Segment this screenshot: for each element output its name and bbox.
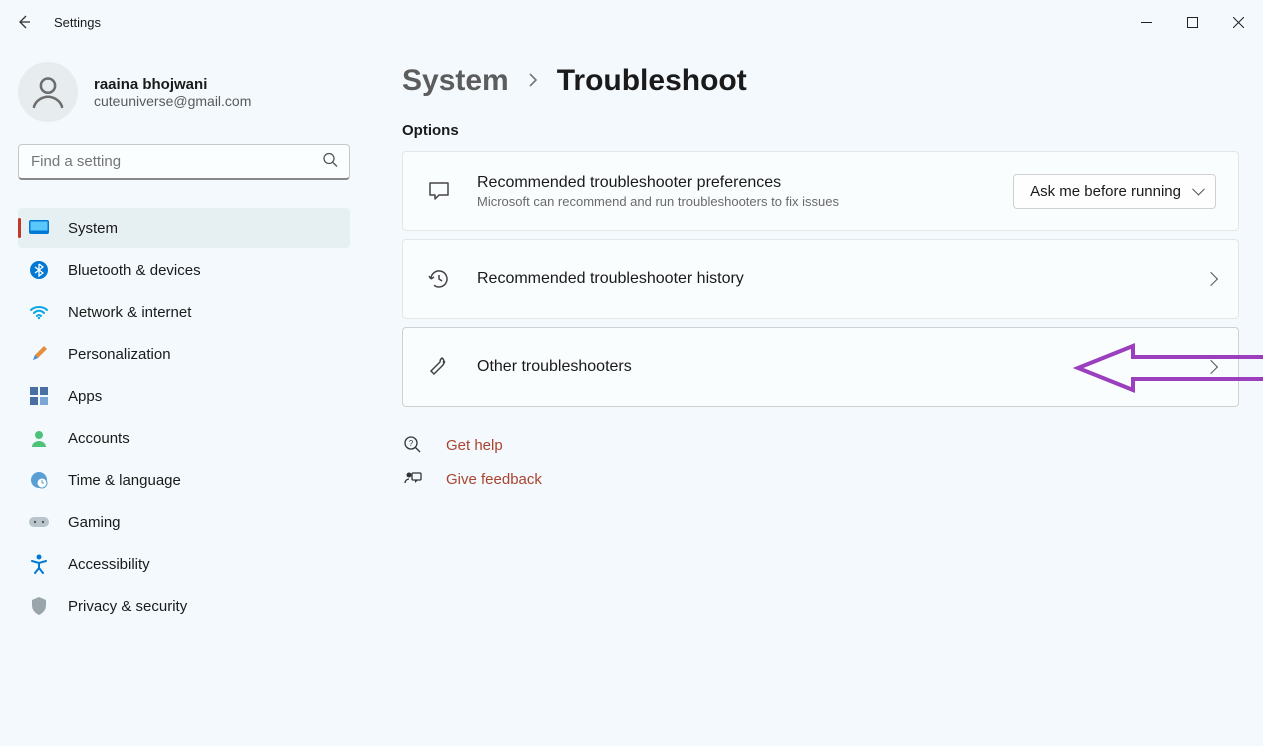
nav-item-accessibility[interactable]: Accessibility: [18, 544, 350, 584]
nav-label: Network & internet: [68, 304, 191, 321]
nav-item-accounts[interactable]: Accounts: [18, 418, 350, 458]
breadcrumb: System Troubleshoot: [402, 64, 1239, 98]
card-recommended-history[interactable]: Recommended troubleshooter history: [402, 239, 1239, 319]
nav-label: Privacy & security: [68, 598, 187, 615]
account-email: cuteuniverse@gmail.com: [94, 93, 251, 109]
nav-label: Bluetooth & devices: [68, 262, 201, 279]
apps-icon: [28, 385, 50, 407]
card-subtitle: Microsoft can recommend and run troubles…: [477, 194, 989, 209]
help-icon: ?: [402, 435, 424, 455]
nav: System Bluetooth & devices Network & int…: [18, 208, 350, 626]
shield-icon: [28, 595, 50, 617]
system-icon: [28, 217, 50, 239]
person-icon: [29, 73, 67, 111]
nav-item-system[interactable]: System: [18, 208, 350, 248]
nav-item-privacy[interactable]: Privacy & security: [18, 586, 350, 626]
card-title: Recommended troubleshooter preferences: [477, 174, 989, 192]
avatar: [18, 62, 78, 122]
wifi-icon: [28, 301, 50, 323]
account-block[interactable]: raaina bhojwani cuteuniverse@gmail.com: [18, 52, 350, 144]
sidebar: raaina bhojwani cuteuniverse@gmail.com S…: [0, 44, 368, 746]
history-icon: [425, 267, 453, 291]
window-title: Settings: [54, 15, 101, 30]
breadcrumb-current: Troubleshoot: [557, 64, 747, 98]
give-feedback-link[interactable]: Give feedback: [446, 471, 542, 488]
bluetooth-icon: [28, 259, 50, 281]
chevron-right-icon: [1204, 360, 1218, 374]
breadcrumb-parent[interactable]: System: [402, 64, 509, 98]
nav-label: Time & language: [68, 472, 181, 489]
nav-label: Personalization: [68, 346, 171, 363]
chat-icon: [425, 179, 453, 203]
get-help-link[interactable]: Get help: [446, 437, 503, 454]
account-name: raaina bhojwani: [94, 76, 251, 93]
wrench-icon: [425, 355, 453, 379]
feedback-row: Give feedback: [402, 469, 1239, 489]
clock-globe-icon: [28, 469, 50, 491]
paintbrush-icon: [28, 343, 50, 365]
search-box: [18, 144, 350, 180]
section-label: Options: [402, 122, 1239, 139]
accounts-icon: [28, 427, 50, 449]
nav-label: Accessibility: [68, 556, 150, 573]
nav-item-apps[interactable]: Apps: [18, 376, 350, 416]
nav-item-time-language[interactable]: Time & language: [18, 460, 350, 500]
search-icon: [322, 152, 338, 173]
svg-text:?: ?: [409, 439, 414, 448]
nav-item-personalization[interactable]: Personalization: [18, 334, 350, 374]
main-content: System Troubleshoot Options Recommended …: [368, 44, 1263, 746]
chevron-right-icon: [1204, 272, 1218, 286]
help-links: ? Get help Give feedback: [402, 435, 1239, 489]
gamepad-icon: [28, 511, 50, 533]
window-controls: [1123, 6, 1261, 38]
card-title: Other troubleshooters: [477, 358, 1182, 376]
chevron-right-icon: [527, 68, 539, 94]
accessibility-icon: [28, 553, 50, 575]
prefs-dropdown[interactable]: Ask me before running: [1013, 174, 1216, 209]
card-other-troubleshooters[interactable]: Other troubleshooters: [402, 327, 1239, 407]
nav-item-bluetooth[interactable]: Bluetooth & devices: [18, 250, 350, 290]
get-help-row: ? Get help: [402, 435, 1239, 455]
nav-item-gaming[interactable]: Gaming: [18, 502, 350, 542]
nav-label: Accounts: [68, 430, 130, 447]
nav-label: System: [68, 220, 118, 237]
back-button[interactable]: [2, 0, 46, 44]
search-input[interactable]: [18, 144, 350, 180]
back-arrow-icon: [16, 14, 32, 30]
titlebar: Settings: [0, 0, 1263, 44]
nav-item-network[interactable]: Network & internet: [18, 292, 350, 332]
feedback-icon: [402, 469, 424, 489]
card-recommended-prefs: Recommended troubleshooter preferences M…: [402, 151, 1239, 231]
maximize-button[interactable]: [1169, 6, 1215, 38]
minimize-button[interactable]: [1123, 6, 1169, 38]
nav-label: Gaming: [68, 514, 121, 531]
close-button[interactable]: [1215, 6, 1261, 38]
card-title: Recommended troubleshooter history: [477, 270, 1182, 288]
nav-label: Apps: [68, 388, 102, 405]
